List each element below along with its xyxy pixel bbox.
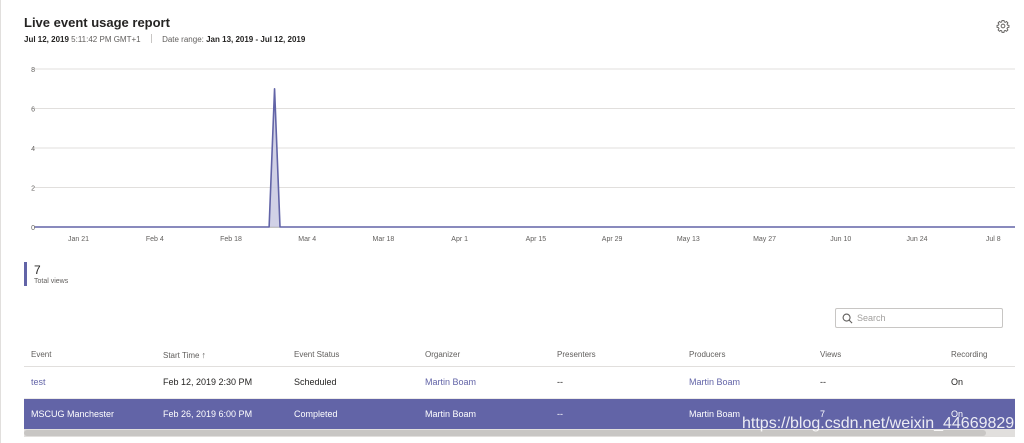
x-tick-label: Mar 18 bbox=[373, 236, 395, 243]
column-header-presenters[interactable]: Presenters bbox=[557, 350, 596, 359]
y-tick-label: 6 bbox=[31, 107, 35, 114]
meta-divider bbox=[150, 34, 152, 43]
total-views-label: Total views bbox=[34, 278, 69, 285]
cell-presenters: -- bbox=[557, 377, 563, 387]
organizer-link[interactable]: Martin Boam bbox=[425, 409, 476, 419]
x-tick-label: Jun 10 bbox=[830, 236, 851, 243]
x-tick-label: Apr 29 bbox=[602, 236, 623, 243]
x-tick-label: Jan 21 bbox=[68, 236, 89, 243]
timestamp-time: 5:11:42 PM GMT+1 bbox=[71, 35, 141, 44]
table-header: Event Start Time ↑ Event Status Organizer… bbox=[24, 342, 1015, 367]
column-header-organizer[interactable]: Organizer bbox=[425, 350, 460, 359]
x-tick-label: Mar 4 bbox=[298, 236, 316, 243]
event-name-link[interactable]: test bbox=[31, 377, 46, 387]
column-header-start-time[interactable]: Start Time ↑ bbox=[163, 350, 206, 360]
column-header-event[interactable]: Event bbox=[31, 350, 51, 359]
kpi-accent-bar bbox=[24, 262, 27, 286]
producer-link[interactable]: Martin Boam bbox=[689, 409, 740, 419]
sort-ascending-icon[interactable]: ↑ bbox=[201, 350, 206, 360]
total-views-value: 7 bbox=[34, 263, 41, 277]
page-title: Live event usage report bbox=[24, 15, 170, 30]
x-tick-label: Jun 24 bbox=[906, 236, 927, 243]
search-input[interactable] bbox=[857, 311, 997, 325]
column-header-views[interactable]: Views bbox=[820, 350, 841, 359]
table-row[interactable]: test Feb 12, 2019 2:30 PM Scheduled Mart… bbox=[24, 367, 1015, 399]
timestamp-date: Jul 12, 2019 bbox=[24, 35, 69, 44]
search-box[interactable] bbox=[835, 308, 1003, 328]
organizer-link[interactable]: Martin Boam bbox=[425, 377, 476, 387]
x-tick-label: Apr 15 bbox=[526, 236, 547, 243]
producer-link[interactable]: Martin Boam bbox=[689, 377, 740, 387]
column-header-event-status[interactable]: Event Status bbox=[294, 350, 339, 359]
date-range-label: Date range: bbox=[162, 35, 204, 44]
cell-start-time: Feb 12, 2019 2:30 PM bbox=[163, 377, 253, 387]
y-tick-label: 8 bbox=[31, 67, 35, 74]
x-tick-label: Feb 18 bbox=[220, 236, 242, 243]
cell-status: Scheduled bbox=[294, 377, 337, 387]
watermark: https://blog.csdn.net/weixin_44669829 bbox=[742, 415, 1015, 432]
series-line bbox=[35, 87, 1015, 228]
cell-presenters: -- bbox=[557, 409, 563, 419]
event-name-link[interactable]: MSCUG Manchester bbox=[31, 409, 114, 419]
x-tick-label: May 27 bbox=[753, 236, 776, 243]
gear-icon[interactable] bbox=[996, 19, 1010, 33]
search-icon bbox=[842, 313, 853, 324]
date-range-value: Jan 13, 2019 - Jul 12, 2019 bbox=[206, 35, 306, 44]
report-meta: Jul 12, 2019 5:11:42 PM GMT+1 Date range… bbox=[24, 34, 305, 44]
x-tick-label: Apr 1 bbox=[451, 236, 468, 243]
cell-status: Completed bbox=[294, 409, 338, 419]
x-tick-label: May 13 bbox=[677, 236, 700, 243]
cell-start-time: Feb 26, 2019 6:00 PM bbox=[163, 409, 253, 419]
views-chart: 0 2 4 6 8 Jan 21 Feb 4 Feb 18 Mar 4 Mar 18 Apr 1 Ap… bbox=[31, 67, 1015, 243]
y-tick-label: 2 bbox=[31, 186, 35, 193]
series-area bbox=[35, 88, 1015, 227]
x-tick-label: Feb 4 bbox=[146, 236, 164, 243]
column-header-recording[interactable]: Recording bbox=[951, 350, 987, 359]
cell-views: -- bbox=[820, 377, 826, 387]
y-tick-label: 0 bbox=[31, 225, 35, 232]
cell-recording: On bbox=[951, 377, 964, 387]
x-tick-label: Jul 8 bbox=[986, 236, 1001, 243]
column-header-producers[interactable]: Producers bbox=[689, 350, 725, 359]
y-tick-label: 4 bbox=[31, 146, 35, 153]
